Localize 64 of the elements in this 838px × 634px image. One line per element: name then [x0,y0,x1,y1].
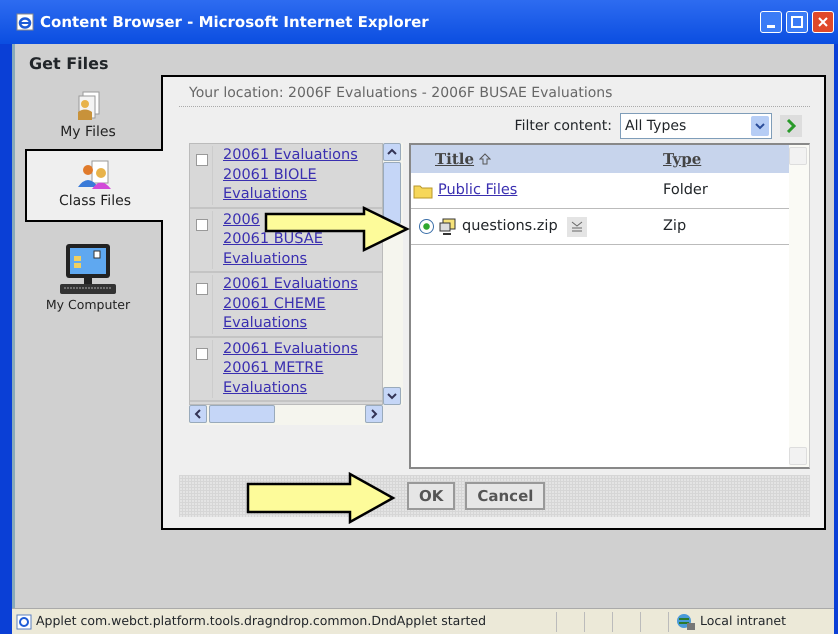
tree-link[interactable]: Evaluations [223,378,308,398]
scroll-up-button[interactable] [383,143,401,161]
tree-checkbox[interactable] [196,154,208,166]
status-message: Applet com.webct.platform.tools.dragndrop.common.DndApplet started [36,612,486,630]
file-link[interactable]: Public Files [438,180,518,202]
tab[interactable]: Class Files [25,149,163,222]
scroll-down-button[interactable] [383,387,401,405]
scroll-left-button[interactable] [189,405,207,423]
file-name: questions.zip [462,216,558,236]
tree-link[interactable]: 20061 CHEME [223,294,326,314]
filter-label: Filter content: [514,116,612,136]
chevron-up-icon [387,148,397,156]
go-button[interactable] [780,115,802,137]
column-header[interactable]: Title [435,148,474,170]
page-icon [16,614,32,630]
folder-icon [413,182,433,198]
zone-label: Local intranet [700,612,786,630]
scroll-thumb[interactable] [383,162,401,224]
chevron-down-icon [387,392,397,400]
minimize-icon [767,24,775,28]
tree-link[interactable]: Evaluations [223,250,308,269]
column-header[interactable]: Type [663,150,702,168]
tree-checkbox[interactable] [196,218,208,230]
tab[interactable]: My Files [15,84,161,149]
maximize-button[interactable] [786,11,808,33]
tree-link[interactable]: Evaluations [223,314,308,334]
file-type: Zip [663,216,686,236]
tab[interactable]: My Computer [15,236,161,321]
maximize-icon [791,16,803,28]
scroll-thumb[interactable] [209,405,275,423]
menu-icon [570,220,583,234]
close-icon [817,16,829,28]
window-title: Content Browser - Microsoft Internet Explorer [40,12,429,33]
menu-button[interactable] [566,216,587,236]
chevron-left-icon [194,409,202,419]
chevron-right-icon [370,409,378,419]
tree-link[interactable]: 20061 METRE [223,359,324,378]
tree-link[interactable]: 20061 Evaluations [223,340,358,359]
scroll-right-button[interactable] [365,405,383,423]
tree-checkbox[interactable] [196,348,208,360]
file-icon [439,218,457,236]
tree-checkbox[interactable] [196,283,208,295]
tree-link[interactable]: 20061 Evaluations [223,146,358,166]
file-type: Folder [663,180,708,200]
tree-link[interactable]: 20061 Evaluations [223,275,358,294]
dialog-button[interactable]: OK [407,482,456,510]
tree-link[interactable]: Evaluations [223,185,308,204]
close-button[interactable] [812,11,834,33]
chevron-right-icon [786,119,796,133]
minimize-button[interactable] [760,11,782,33]
page-heading: Get Files [28,53,110,75]
browser-icon [16,13,34,31]
computer-icon [58,242,118,296]
dialog-button[interactable]: Cancel [465,482,546,510]
location-text: Your location: 2006F Evaluations - 2006F BUSAE Evaluations [179,83,810,107]
tree-link[interactable]: 20061 BIOLE [223,166,317,185]
sort-up-icon [479,153,492,165]
caret-icon [755,122,765,130]
tree-link[interactable]: 20061 BUSAE [223,230,323,250]
tree-link[interactable]: 2006 [223,210,260,230]
network-globe-icon [676,612,696,630]
filter-dropdown[interactable]: All Types [620,113,772,139]
people-icon [76,159,114,191]
radio-button[interactable] [419,219,434,234]
